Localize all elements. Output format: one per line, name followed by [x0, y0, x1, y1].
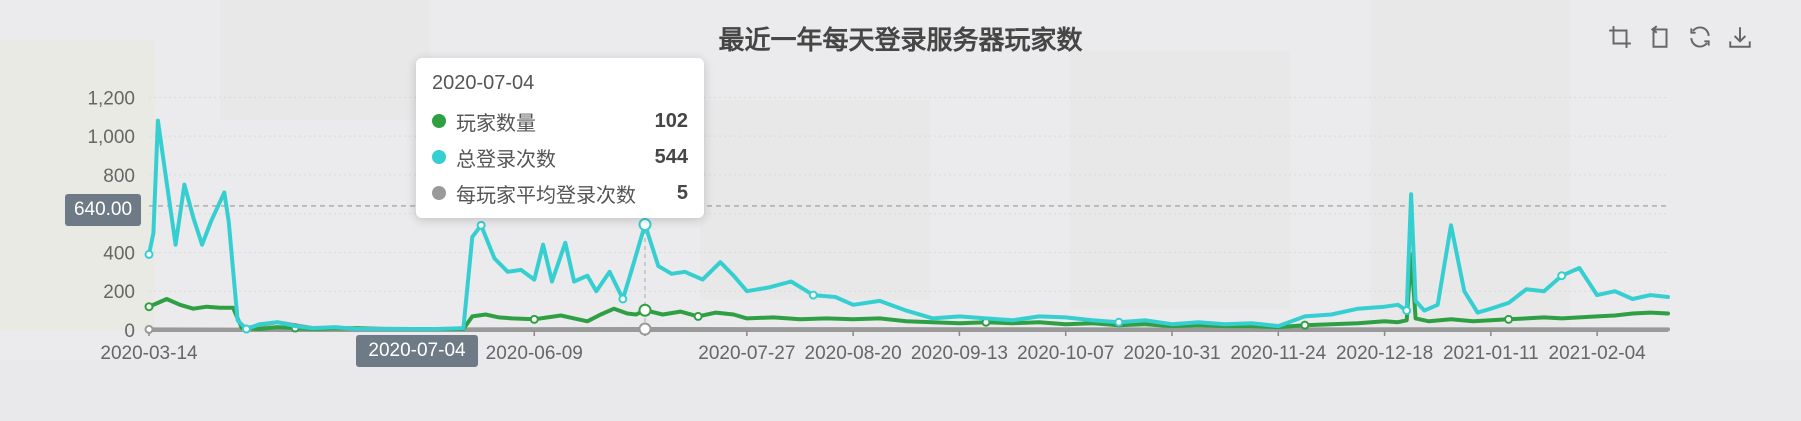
data-point — [638, 303, 652, 317]
y-tick-label: 1,200 — [87, 88, 135, 109]
x-tick-label: 2020-10-31 — [1123, 343, 1220, 364]
tooltip-row: 每玩家平均登录次数 5 — [432, 175, 688, 211]
data-point — [144, 302, 154, 312]
tooltip-series-name: 总登录次数 — [456, 148, 556, 171]
mark-line-label: 640.00 — [65, 194, 141, 226]
data-point — [1300, 320, 1310, 330]
y-tick-label: 0 — [124, 321, 135, 342]
y-tick-label: 400 — [103, 243, 135, 264]
legend-dot-icon — [432, 114, 446, 128]
y-tick-label: 800 — [103, 166, 135, 187]
data-point — [638, 218, 652, 232]
legend-dot-icon — [432, 150, 446, 164]
x-tick-label: 2020-03-14 — [100, 343, 198, 364]
x-tick-label: 2020-09-13 — [911, 343, 1008, 364]
data-point — [1402, 306, 1412, 316]
data-point — [241, 324, 251, 334]
data-point — [808, 290, 818, 300]
x-tick-label: 2021-02-04 — [1549, 343, 1647, 364]
axis-pointer-label: 2020-07-04 — [356, 335, 478, 367]
tooltip-series-value: 102 — [654, 109, 688, 132]
x-tick-label: 2020-12-18 — [1336, 343, 1433, 364]
tooltip: 2020-07-04 玩家数量 102 总登录次数 544 每玩家平均登录次数 … — [416, 58, 704, 218]
data-point — [693, 311, 703, 321]
data-point — [144, 249, 154, 259]
x-tick-label: 2020-07-27 — [698, 343, 795, 364]
tooltip-series-value: 544 — [654, 145, 688, 168]
series-line — [147, 118, 1670, 331]
legend-dot-icon — [432, 186, 446, 200]
data-point — [638, 322, 652, 336]
x-tick-label: 2021-01-11 — [1443, 343, 1539, 364]
data-point — [1504, 314, 1514, 324]
x-tick-label: 2020-10-07 — [1017, 343, 1114, 364]
data-point — [1557, 271, 1567, 281]
data-point — [1114, 317, 1124, 327]
data-point — [618, 294, 628, 304]
x-tick-label: 2020-06-09 — [486, 343, 583, 364]
tooltip-series-name: 玩家数量 — [456, 112, 536, 135]
tooltip-row: 总登录次数 544 — [432, 139, 688, 175]
data-point — [476, 220, 486, 230]
x-tick-label: 2020-11-24 — [1230, 343, 1326, 364]
data-point — [144, 324, 154, 334]
y-tick-label: 1,000 — [87, 127, 135, 148]
tooltip-series-value: 5 — [676, 181, 688, 204]
y-tick-label: 200 — [103, 282, 135, 303]
tooltip-series-name: 每玩家平均登录次数 — [456, 184, 636, 207]
data-point — [529, 314, 539, 324]
line-chart[interactable]: 02004006008001,0001,2002020-03-142020-06… — [0, 0, 1801, 421]
tooltip-date: 2020-07-04 — [432, 72, 535, 94]
tooltip-row: 玩家数量 102 — [432, 103, 688, 139]
x-tick-label: 2020-08-20 — [805, 343, 902, 364]
